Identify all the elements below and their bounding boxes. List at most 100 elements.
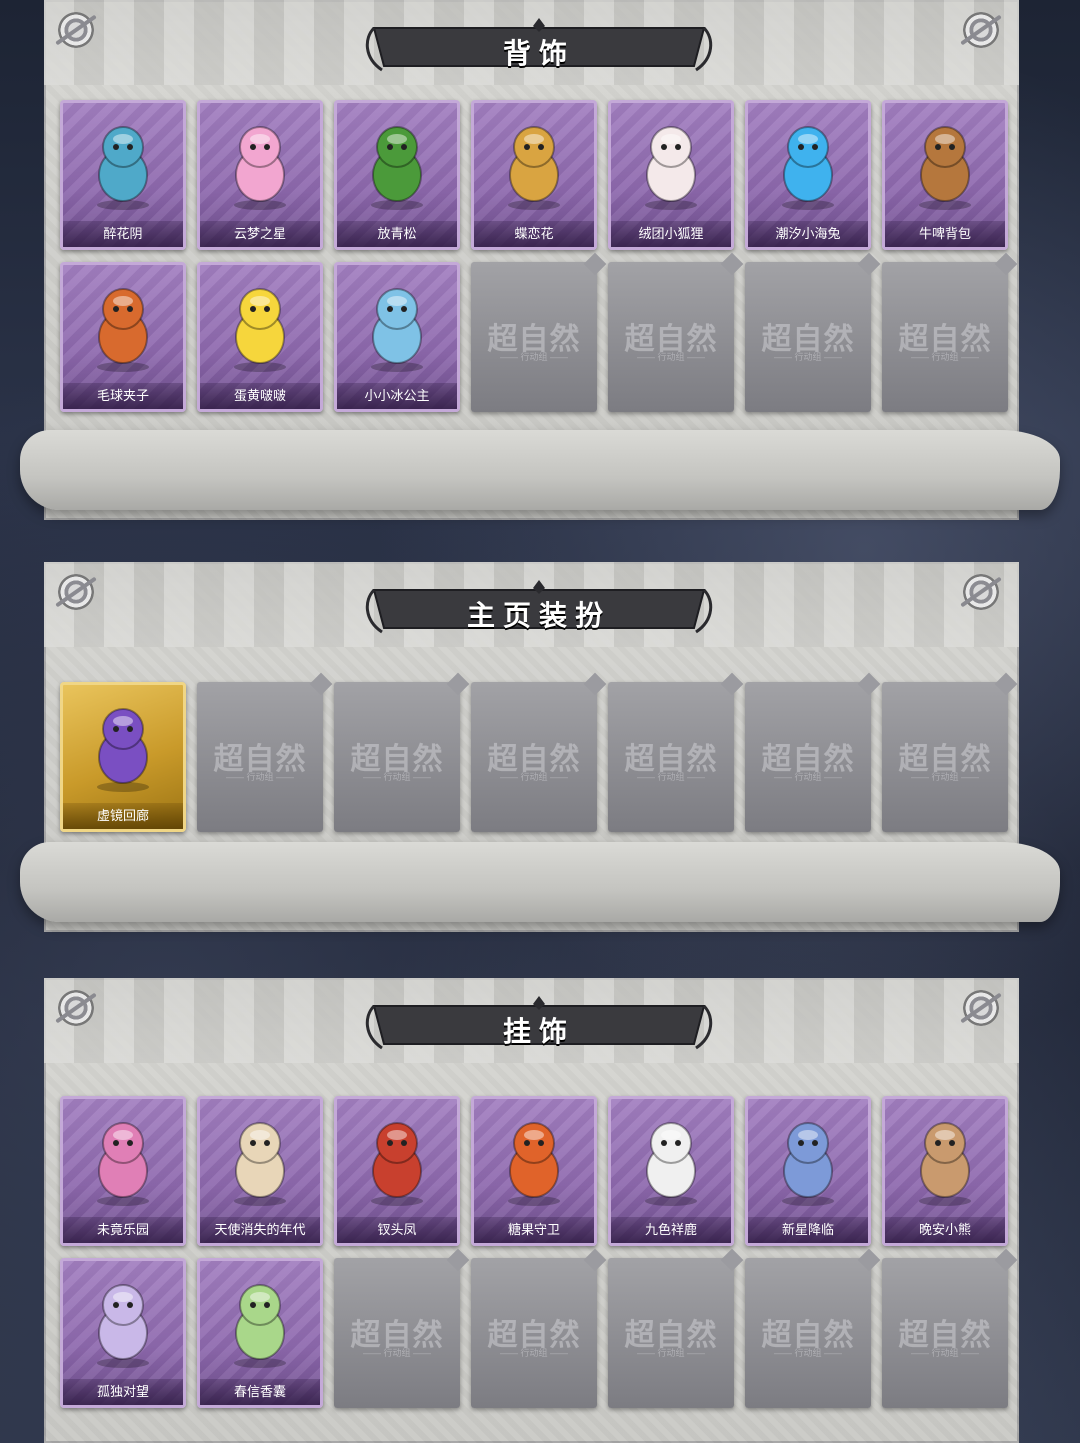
pumpkin-guard-icon (492, 1113, 576, 1209)
empty-slot: 超自然 —— 行动组 —— (471, 682, 597, 832)
item-label: 放青松 (337, 221, 457, 247)
empty-slot: 超自然 —— 行动组 —— (882, 262, 1008, 412)
section-homepage-decor: 主页装扮 虚镜回廊 超自然 —— 行动组 —— 超自然 —— 行动组 —— 超自然 —— 行… (20, 562, 1060, 932)
raccoon-drummer-icon (81, 279, 165, 375)
empty-slot: 超自然 —— 行动组 —— (608, 262, 734, 412)
item-card[interactable]: 小小冰公主 (334, 262, 460, 412)
item-label: 潮汐小海兔 (748, 221, 868, 247)
item-label: 虚镜回廊 (63, 803, 183, 829)
item-label: 未竟乐园 (63, 1217, 183, 1243)
placeholder-watermark-sub: —— 行动组 —— (225, 772, 294, 782)
section-title: 挂饰 (502, 1016, 575, 1047)
item-label: 云梦之星 (200, 221, 320, 247)
section-banner: 挂饰 (364, 996, 714, 1056)
item-card[interactable]: 潮汐小海兔 (745, 100, 871, 250)
placeholder-watermark-sub: —— 行动组 —— (773, 1348, 842, 1358)
item-card[interactable]: 孤独对望 (60, 1258, 186, 1408)
bonsai-tree-icon (355, 117, 439, 213)
section-title: 背饰 (502, 38, 575, 69)
placeholder-watermark-sub: —— 行动组 —— (773, 772, 842, 782)
item-label: 牛啤背包 (885, 221, 1005, 247)
item-label: 孤独对望 (63, 1379, 183, 1405)
placeholder-watermark-sub: —— 行动组 —— (362, 1348, 431, 1358)
item-label: 天使消失的年代 (200, 1217, 320, 1243)
lantern-ornament-icon (81, 117, 165, 213)
item-card[interactable]: 蝶恋花 (471, 100, 597, 250)
empty-slot: 超自然 —— 行动组 —— (334, 682, 460, 832)
empty-slot: 超自然 —— 行动组 —— (745, 1258, 871, 1408)
item-card[interactable]: 虚镜回廊 (60, 682, 186, 832)
empty-slot: 超自然 —— 行动组 —— (471, 262, 597, 412)
item-card[interactable]: 天使消失的年代 (197, 1096, 323, 1246)
compass-ornament-icon (58, 990, 94, 1026)
item-card[interactable]: 云梦之星 (197, 100, 323, 250)
shelf-ledge (20, 842, 1060, 922)
section-charms: 挂饰 未竟乐园 天使消失的年代 钗头凤 糖果守卫 九色祥鹿 新星降临 晚安小熊孤独对望 春信香… (44, 978, 1019, 1443)
item-card[interactable]: 糖果守卫 (471, 1096, 597, 1246)
item-card[interactable]: 未竟乐园 (60, 1096, 186, 1246)
unicorn-icon (218, 117, 302, 213)
item-label: 小小冰公主 (337, 383, 457, 409)
shelf-ledge (20, 430, 1060, 510)
empty-slot: 超自然 —— 行动组 —— (745, 682, 871, 832)
bear-charm-icon (903, 1113, 987, 1209)
item-label: 春信香囊 (200, 1379, 320, 1405)
item-label: 钗头凤 (337, 1217, 457, 1243)
pink-doll-icon (81, 1113, 165, 1209)
empty-slot: 超自然 —— 行动组 —— (197, 682, 323, 832)
compass-ornament-icon (58, 574, 94, 610)
angel-doll-icon (218, 1113, 302, 1209)
empty-slot: 超自然 —— 行动组 —— (608, 682, 734, 832)
placeholder-watermark-sub: —— 行动组 —— (910, 1348, 979, 1358)
lonely-doll-icon (81, 1275, 165, 1371)
blue-sea-rabbit-icon (766, 117, 850, 213)
deer-charm-icon (629, 1113, 713, 1209)
compass-ornament-icon (963, 990, 999, 1026)
empty-slot: 超自然 —— 行动组 —— (334, 1258, 460, 1408)
placeholder-watermark-sub: —— 行动组 —— (910, 772, 979, 782)
empty-slot: 超自然 —— 行动组 —— (882, 682, 1008, 832)
item-card[interactable]: 毛球夹子 (60, 262, 186, 412)
item-label: 毛球夹子 (63, 383, 183, 409)
item-label: 新星降临 (748, 1217, 868, 1243)
section-title: 主页装扮 (466, 600, 611, 631)
section-back-accessories: 背饰 醉花阴 云梦之星 放青松 蝶恋花 绒团小狐狸 潮汐小海兔 牛啤背包毛球夹子 蛋黄啵啵 小小… (20, 0, 1060, 520)
mirror-card-icon (81, 699, 165, 795)
item-card[interactable]: 钗头凤 (334, 1096, 460, 1246)
item-label: 糖果守卫 (474, 1217, 594, 1243)
placeholder-watermark-sub: —— 行动组 —— (499, 772, 568, 782)
compass-ornament-icon (58, 12, 94, 48)
sachet-icon (218, 1275, 302, 1371)
ice-princess-icon (355, 279, 439, 375)
empty-slot: 超自然 —— 行动组 —— (882, 1258, 1008, 1408)
placeholder-watermark-sub: —— 行动组 —— (910, 352, 979, 362)
item-label: 九色祥鹿 (611, 1217, 731, 1243)
item-card[interactable]: 新星降临 (745, 1096, 871, 1246)
item-label: 绒团小狐狸 (611, 221, 731, 247)
beer-barrel-cow-icon (903, 117, 987, 213)
section-banner: 背饰 (364, 18, 714, 78)
placeholder-watermark-sub: —— 行动组 —— (362, 772, 431, 782)
placeholder-watermark-sub: —— 行动组 —— (773, 352, 842, 362)
item-card[interactable]: 牛啤背包 (882, 100, 1008, 250)
compass-ornament-icon (963, 12, 999, 48)
item-card[interactable]: 放青松 (334, 100, 460, 250)
item-label: 醉花阴 (63, 221, 183, 247)
placeholder-watermark-sub: —— 行动组 —— (499, 352, 568, 362)
item-card[interactable]: 春信香囊 (197, 1258, 323, 1408)
placeholder-watermark-sub: —— 行动组 —— (499, 1348, 568, 1358)
item-label: 晚安小熊 (885, 1217, 1005, 1243)
placeholder-watermark-sub: —— 行动组 —— (636, 352, 705, 362)
placeholder-watermark-sub: —— 行动组 —— (636, 772, 705, 782)
section-banner: 主页装扮 (364, 580, 714, 640)
empty-slot: 超自然 —— 行动组 —— (471, 1258, 597, 1408)
item-label: 蛋黄啵啵 (200, 383, 320, 409)
item-card[interactable]: 九色祥鹿 (608, 1096, 734, 1246)
item-card[interactable]: 绒团小狐狸 (608, 100, 734, 250)
item-card[interactable]: 蛋黄啵啵 (197, 262, 323, 412)
item-card[interactable]: 醉花阴 (60, 100, 186, 250)
item-label: 蝶恋花 (474, 221, 594, 247)
item-card[interactable]: 晚安小熊 (882, 1096, 1008, 1246)
empty-slot: 超自然 —— 行动组 —— (608, 1258, 734, 1408)
empty-slot: 超自然 —— 行动组 —— (745, 262, 871, 412)
